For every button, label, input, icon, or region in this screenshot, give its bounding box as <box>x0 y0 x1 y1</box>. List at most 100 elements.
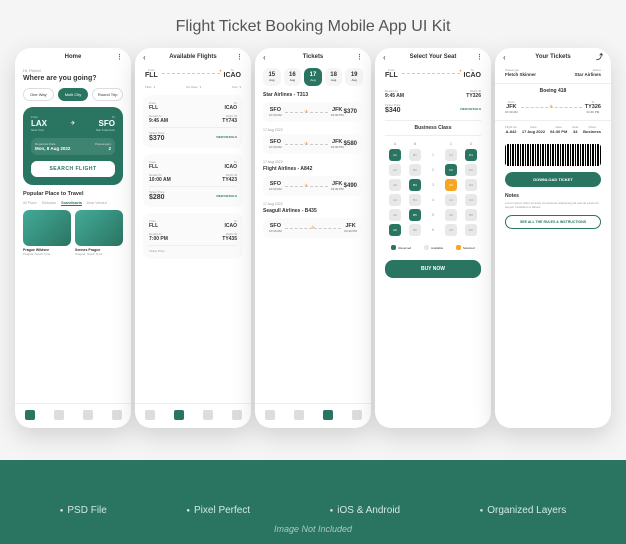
nav-home-icon[interactable] <box>145 410 155 420</box>
filter-button[interactable]: Filter ▾ <box>145 85 155 89</box>
nav-ticket-icon[interactable] <box>323 410 333 420</box>
seat[interactable]: A3 <box>389 179 401 191</box>
place-tab-scandinavia[interactable]: Scandinavia <box>61 201 81 206</box>
view-details-button[interactable]: VIEW DETAILS <box>216 135 237 139</box>
search-card: From LAX New York ✈ To SFO San Francisco… <box>23 107 123 185</box>
date-tab[interactable]: 18Aug <box>325 68 343 86</box>
passenger-value: Fletch Skinner <box>505 72 536 77</box>
feature-item: PSD File <box>60 505 107 516</box>
seat[interactable]: C5 <box>445 209 457 221</box>
buy-now-button[interactable]: BUY NOW <box>385 260 481 278</box>
airline-name: Flight Airlines - A842 <box>263 166 363 172</box>
seat[interactable]: B2 <box>409 164 421 176</box>
flight-card[interactable]: FromFLL ToICAO Depart At7:00 PM Flight I… <box>143 213 243 259</box>
legend-item: Available <box>424 245 443 250</box>
seat[interactable]: D5 <box>465 209 477 221</box>
back-icon[interactable]: ‹ <box>263 53 266 62</box>
seat[interactable]: C2 <box>445 164 457 176</box>
seat[interactable]: B3 <box>409 179 421 191</box>
nav-search-icon[interactable] <box>174 410 184 420</box>
nav-ticket-icon[interactable] <box>203 410 213 420</box>
seat[interactable]: B4 <box>409 194 421 206</box>
rules-button[interactable]: SEE ALL THE RULES & INSTRUCTIONS <box>505 215 601 229</box>
view-details-button[interactable]: VIEW DETAILS <box>216 194 237 198</box>
search-flight-button[interactable]: SEARCH FLIGHT <box>31 161 115 177</box>
place-tab-all[interactable]: All Place <box>23 201 37 206</box>
altdate-button[interactable]: Alt. Date ▾ <box>186 85 201 89</box>
to-city: San Francisco <box>81 128 115 132</box>
to-code[interactable]: SFO <box>81 119 115 128</box>
seat[interactable]: D6 <box>465 224 477 236</box>
date-tab[interactable]: 17Aug <box>304 68 322 86</box>
download-ticket-button[interactable]: DOWNLOAD TICKET <box>505 172 601 187</box>
nav-home-icon[interactable] <box>265 410 275 420</box>
ticket-row[interactable]: SFO10:30 AM JFK04:30 PM <box>263 218 363 238</box>
ticket-row[interactable]: SFO10:30 AM JFK04:30 PM $490 <box>263 176 363 196</box>
seat[interactable]: B1 <box>409 149 421 161</box>
seat[interactable]: A6 <box>389 224 401 236</box>
date-tab[interactable]: 19Aug <box>345 68 363 86</box>
greeting: Hi, Fletch! <box>15 64 131 75</box>
tab-multicity[interactable]: Multi City <box>58 88 89 101</box>
seat[interactable]: A5 <box>389 209 401 221</box>
seat[interactable]: D3 <box>465 179 477 191</box>
tab-oneway[interactable]: One Way <box>23 88 54 101</box>
route-line <box>162 73 220 74</box>
nav-ticket-icon[interactable] <box>83 410 93 420</box>
back-icon[interactable]: ‹ <box>503 53 506 62</box>
tab-roundtrip[interactable]: Round Trip <box>92 88 123 101</box>
seat[interactable]: C4 <box>445 194 457 206</box>
place-card[interactable]: Sennes Prague Pragser, South Tyrol <box>75 210 123 256</box>
date-tab[interactable]: 15Aug <box>263 68 281 86</box>
menu-icon[interactable]: ⋮ <box>236 53 243 61</box>
seat[interactable]: D2 <box>465 164 477 176</box>
share-icon[interactable]: ⤴ <box>596 52 603 62</box>
ticket-row[interactable]: SFO10:30 AM JFK04:30 PM $580 <box>263 134 363 154</box>
seat[interactable]: A1 <box>389 149 401 161</box>
nav-home-icon[interactable] <box>25 410 35 420</box>
menu-icon[interactable]: ⋮ <box>116 53 123 61</box>
view-details-button[interactable]: VIEW DETAILS <box>460 107 481 111</box>
phones-row: Home ⋮ Hi, Fletch! Where are you going? … <box>0 48 626 448</box>
nav-profile-icon[interactable] <box>112 410 122 420</box>
route-line <box>402 73 460 74</box>
class-title: Business Class <box>385 120 481 136</box>
flight-card[interactable]: FromFLL ToICAO Depart At9:45 AM Flight I… <box>143 95 243 148</box>
screen-your-tickets: ‹ Your Tickets ⤴ Passenger Fletch Skinne… <box>495 48 611 428</box>
seat[interactable]: A4 <box>389 194 401 206</box>
pax-value[interactable]: 2 <box>75 146 111 151</box>
nav-search-icon[interactable] <box>54 410 64 420</box>
sort-button[interactable]: Sort ▾ <box>232 85 241 89</box>
nav-profile-icon[interactable] <box>352 410 362 420</box>
place-tab-ethiopian[interactable]: Ethiopian <box>42 201 57 206</box>
date-divider: 17 Aug 2022 <box>255 200 371 208</box>
col-label: D <box>465 142 477 146</box>
date-divider: 17 Aug 2022 <box>255 126 371 134</box>
menu-icon[interactable]: ⋮ <box>356 53 363 61</box>
feature-item: Pixel Perfect <box>186 505 250 516</box>
ticket-row[interactable]: SFO10:30 AM JFK04:30 PM $370 <box>263 102 363 122</box>
seat[interactable]: B5 <box>409 209 421 221</box>
seat[interactable]: C3 <box>445 179 457 191</box>
seat[interactable]: A2 <box>389 164 401 176</box>
seat[interactable]: D1 <box>465 149 477 161</box>
from-code[interactable]: LAX <box>31 119 65 128</box>
nav-search-icon[interactable] <box>294 410 304 420</box>
place-tab-mostviewed[interactable]: Most Viewed <box>87 201 107 206</box>
pax-label: Passengers <box>75 142 111 146</box>
back-icon[interactable]: ‹ <box>143 53 146 62</box>
place-card[interactable]: Prague Wildsee Pragser, South Tyrol <box>23 210 71 256</box>
date-tab[interactable]: 16Aug <box>284 68 302 86</box>
feature-item: iOS & Android <box>330 505 400 516</box>
seat[interactable]: C1 <box>445 149 457 161</box>
flight-card[interactable]: FromFLL ToICAO Depart At10:00 AM Flight … <box>143 154 243 207</box>
screen-title: Home <box>65 54 82 60</box>
seat[interactable]: C6 <box>445 224 457 236</box>
menu-icon[interactable]: ⋮ <box>476 53 483 61</box>
nav-profile-icon[interactable] <box>232 410 242 420</box>
seat[interactable]: B6 <box>409 224 421 236</box>
date-value[interactable]: Mon, 8 Aug 2022 <box>35 146 71 151</box>
legend-item: Selected <box>456 245 475 250</box>
seat[interactable]: D4 <box>465 194 477 206</box>
back-icon[interactable]: ‹ <box>383 53 386 62</box>
